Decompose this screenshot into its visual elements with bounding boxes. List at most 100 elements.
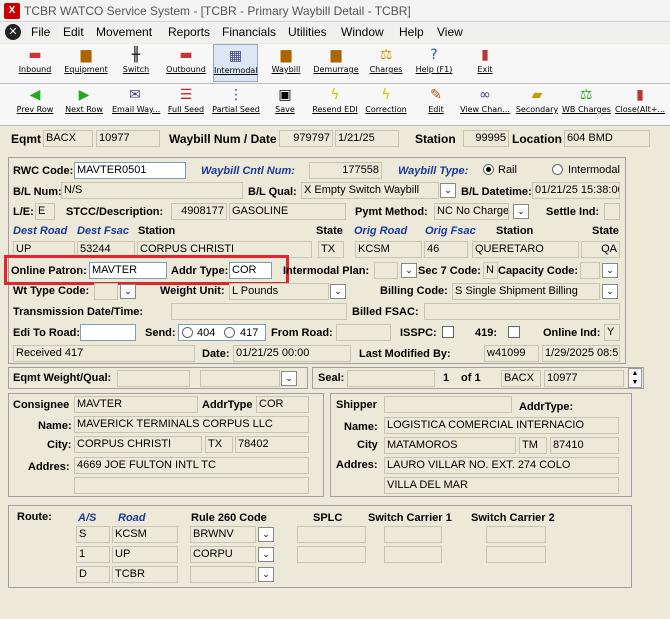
menu-movement[interactable]: Movement [96, 25, 152, 39]
billing-code-select[interactable]: S Single Shipment Billing [452, 283, 600, 300]
online-ind-field[interactable]: Y [604, 324, 620, 341]
billing-code-dropdown[interactable]: ⌄ [602, 284, 618, 299]
menu-help[interactable]: Help [399, 25, 424, 39]
exit-button[interactable]: ▮ Exit [470, 44, 500, 82]
route-rule260-dropdown[interactable]: ⌄ [258, 547, 274, 562]
rwc-code-input[interactable]: MAVTER0501 [74, 162, 186, 179]
bl-qual-dropdown[interactable]: ⌄ [440, 183, 456, 198]
isspc-checkbox[interactable] [442, 326, 454, 338]
secondary-button[interactable]: ▰ Secondary [514, 84, 560, 122]
location-field[interactable]: 604 BMD [564, 130, 650, 147]
shipper-zip-field[interactable]: 87410 [550, 437, 619, 454]
email-waybill-button[interactable]: ✉ Email Way... [112, 84, 160, 122]
waybill-button[interactable]: ▆ Waybill [268, 44, 304, 82]
intermodal-plan-select[interactable] [374, 262, 398, 279]
down-arrow-icon[interactable]: ▼ [632, 379, 639, 386]
menu-reports[interactable]: Reports [168, 25, 210, 39]
route-row-splc[interactable] [297, 546, 366, 563]
from-road-field[interactable] [336, 324, 391, 341]
demurrage-button[interactable]: ▆ Demurrage [313, 44, 359, 82]
stcc-description-field[interactable]: GASOLINE [229, 203, 346, 220]
menu-financials[interactable]: Financials [222, 25, 276, 39]
route-row-as[interactable]: D [76, 566, 110, 583]
inbound-button[interactable]: ▬ Inbound [14, 44, 56, 82]
route-row-splc[interactable] [297, 526, 366, 543]
shipper-address-field[interactable]: LAURO VILLAR NO. EXT. 274 COLO [384, 457, 619, 474]
sec7-code-field[interactable]: N [483, 262, 498, 279]
route-rule260-dropdown[interactable]: ⌄ [258, 527, 274, 542]
eqmt-qual-dropdown[interactable]: ⌄ [281, 371, 297, 386]
edit-button[interactable]: ✎ Edit [422, 84, 450, 122]
consignee-city-field[interactable]: CORPUS CHRISTI [74, 436, 202, 453]
eqmt-initial-field[interactable]: BACX [43, 130, 93, 147]
consignee-address-field[interactable]: 4669 JOE FULTON INTL TC [74, 457, 309, 474]
stcc-field[interactable]: 4908177 [171, 203, 227, 220]
intermodal-radio[interactable] [552, 164, 563, 175]
outbound-button[interactable]: ▬ Outbound [164, 44, 208, 82]
route-row-as[interactable]: 1 [76, 546, 110, 563]
route-row-road[interactable]: TCBR [112, 566, 178, 583]
consignee-code-field[interactable]: MAVTER [74, 396, 198, 413]
orig-station-field[interactable]: QUERETARO [472, 241, 579, 258]
resend-edi-button[interactable]: ϟ Resend EDI [312, 84, 358, 122]
shipper-name-field[interactable]: LOGISTICA COMERCIAL INTERNACIO [384, 417, 619, 434]
route-row-rule260[interactable]: BRWNV [190, 526, 256, 543]
wb-charges-button[interactable]: ⚖ WB Charges [562, 84, 611, 122]
settle-ind-field[interactable] [604, 203, 620, 220]
wt-type-code-select[interactable] [94, 283, 118, 300]
route-rule260-dropdown[interactable]: ⌄ [258, 567, 274, 582]
pymt-method-select[interactable]: NC No Charge [434, 203, 509, 220]
rail-radio[interactable] [483, 164, 494, 175]
date-field[interactable]: 01/21/25 00:00 [233, 345, 351, 362]
route-row-rule260[interactable] [190, 566, 256, 583]
eqmt-weight-field[interactable] [117, 370, 190, 387]
orig-state-field[interactable]: QA [581, 241, 620, 258]
route-row-as[interactable]: S [76, 526, 110, 543]
intermodal-button[interactable]: ▦ Intermodal [213, 44, 258, 82]
consignee-state-field[interactable]: TX [205, 436, 233, 453]
close-button[interactable]: ▮ Close(Alt+... [612, 84, 668, 122]
shipper-address2-field[interactable]: VILLA DEL MAR [384, 477, 619, 494]
seal-field[interactable] [347, 370, 435, 387]
equipment-button[interactable]: ▆ Equipment [62, 44, 110, 82]
shipper-state-field[interactable]: TM [519, 437, 547, 454]
bl-qual-select[interactable]: X Empty Switch Waybill [301, 182, 439, 199]
send-417-radio[interactable] [224, 327, 235, 338]
transmission-datetime-field[interactable] [171, 303, 347, 320]
weight-unit-dropdown[interactable]: ⌄ [330, 284, 346, 299]
shipper-code-field[interactable] [384, 396, 512, 413]
consignee-name-field[interactable]: MAVERICK TERMINALS CORPUS LLC [74, 416, 309, 433]
billed-fsac-field[interactable] [424, 303, 620, 320]
bl-num-field[interactable]: N/S [61, 182, 243, 199]
partial-seed-button[interactable]: ⋮ Partial Seed [212, 84, 260, 122]
route-row-switch1[interactable] [384, 546, 442, 563]
consignee-address2-field[interactable] [74, 477, 309, 494]
route-row-rule260[interactable]: CORPU [190, 546, 256, 563]
send-404-radio[interactable] [182, 327, 193, 338]
menu-window[interactable]: Window [341, 25, 384, 39]
route-row-switch2[interactable] [486, 526, 546, 543]
eqmt-qual-select[interactable] [200, 370, 280, 387]
intermodal-plan-dropdown[interactable]: ⌄ [401, 263, 417, 278]
orig-road-field[interactable]: KCSM [355, 241, 422, 258]
menu-file[interactable]: File [31, 25, 50, 39]
system-menu-icon[interactable]: ✕ [5, 24, 21, 40]
capacity-code-select[interactable] [580, 262, 600, 279]
station-num-field[interactable]: 99995 [463, 130, 509, 147]
waybill-num-field[interactable]: 979797 [279, 130, 333, 147]
route-row-road[interactable]: UP [112, 546, 178, 563]
consignee-zip-field[interactable]: 78402 [235, 436, 309, 453]
eqmt-number-field[interactable]: 10977 [96, 130, 160, 147]
charges-button[interactable]: ⚖ Charges [366, 44, 406, 82]
shipper-city-field[interactable]: MATAMOROS [384, 437, 516, 454]
capacity-code-dropdown[interactable]: ⌄ [602, 263, 618, 278]
seal-spinner[interactable]: ▲ ▼ [628, 368, 642, 388]
help-button[interactable]: ? Help (F1) [414, 44, 454, 82]
r419-checkbox[interactable] [508, 326, 520, 338]
bl-datetime-field[interactable]: 01/21/25 15:38:00 [532, 182, 620, 199]
wt-type-code-dropdown[interactable]: ⌄ [120, 284, 136, 299]
consignee-addrtype-field[interactable]: COR [256, 396, 309, 413]
le-field[interactable]: E [35, 203, 55, 220]
edi-to-road-input[interactable] [80, 324, 136, 341]
menu-utilities[interactable]: Utilities [288, 25, 327, 39]
